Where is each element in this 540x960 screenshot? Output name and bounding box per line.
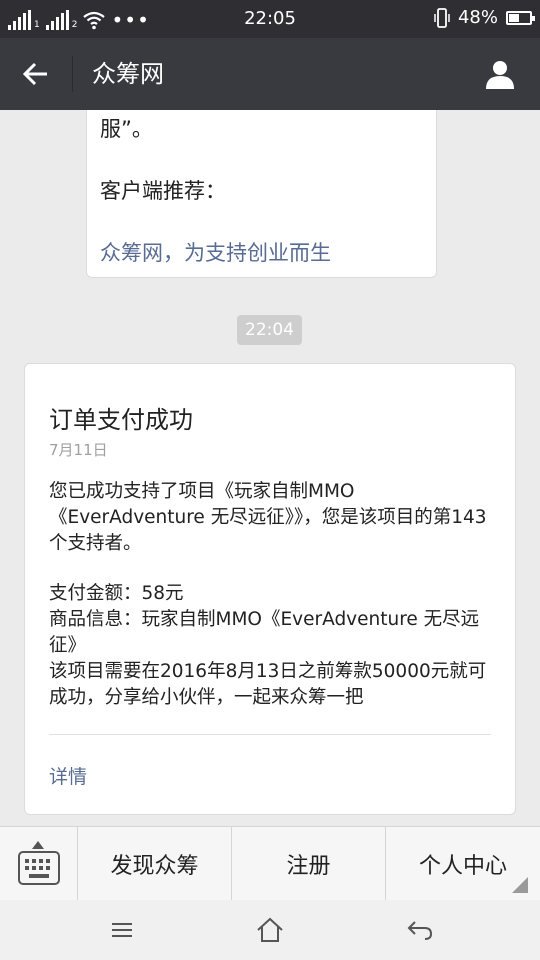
hamburger-icon <box>112 923 132 937</box>
details-link[interactable]: 详情 <box>49 762 87 789</box>
home-icon <box>257 917 283 942</box>
order-title: 订单支付成功 <box>49 406 193 434</box>
payment-amount: 支付金额：58元 <box>49 583 184 604</box>
submenu-indicator-icon <box>512 877 528 893</box>
menu-discover[interactable]: 发现众筹 <box>78 827 232 901</box>
nav-home-button[interactable] <box>250 914 290 946</box>
back-button[interactable] <box>14 54 58 94</box>
client-recommend-label: 客户端推荐： <box>100 179 226 203</box>
battery-icon <box>506 10 535 25</box>
chat-area[interactable]: 服”。 客户端推荐： 众筹网，为支持创业而生 22:04 订单支付成功 7月11… <box>0 110 540 826</box>
vibrate-icon <box>434 7 450 28</box>
menu-profile-label: 个人中心 <box>418 854 507 879</box>
previous-message-card: 服”。 客户端推荐： 众筹网，为支持创业而生 <box>86 110 437 278</box>
card-divider <box>49 734 491 735</box>
product-info: 商品信息：玩家自制MMO《EverAdventure 无尽远征》 <box>49 609 480 656</box>
page-title: 众筹网 <box>92 60 164 88</box>
order-date: 7月11日 <box>49 441 108 459</box>
keyboard-toggle-button[interactable] <box>0 827 78 901</box>
status-bar: 1 2 ••• 22:05 48% <box>0 0 540 38</box>
system-nav-bar <box>0 900 540 960</box>
battery-percent: 48% <box>457 7 498 28</box>
keyboard-icon <box>18 851 60 885</box>
recommend-link[interactable]: 众筹网，为支持创业而生 <box>100 237 331 267</box>
back-arrow-icon <box>22 62 47 86</box>
profile-button[interactable] <box>480 54 520 94</box>
timestamp-badge: 22:04 <box>237 315 302 345</box>
order-success-card[interactable]: 订单支付成功 7月11日 您已成功支持了项目《玩家自制MMO《EverAdven… <box>24 363 516 815</box>
nav-back-button[interactable] <box>400 914 440 946</box>
person-icon <box>486 61 514 89</box>
bottom-menu: 发现众筹 注册 个人中心 <box>0 826 540 901</box>
menu-register[interactable]: 注册 <box>232 827 386 901</box>
previous-message-line: 服”。 <box>100 117 153 141</box>
nav-menu-button[interactable] <box>102 914 142 946</box>
order-info: 支付金额：58元 商品信息：玩家自制MMO《EverAdventure 无尽远征… <box>49 581 501 711</box>
support-message: 您已成功支持了项目《玩家自制MMO《EverAdventure 无尽远征》》，您… <box>49 481 487 554</box>
title-divider <box>72 56 73 92</box>
menu-profile[interactable]: 个人中心 <box>386 827 540 901</box>
funding-goal-info: 该项目需要在2016年8月13日之前筹款50000元就可成功，分享给小伙伴，一起… <box>49 661 487 708</box>
chevron-up-icon <box>32 841 44 849</box>
title-bar: 众筹网 <box>0 38 540 110</box>
return-icon <box>407 921 433 940</box>
